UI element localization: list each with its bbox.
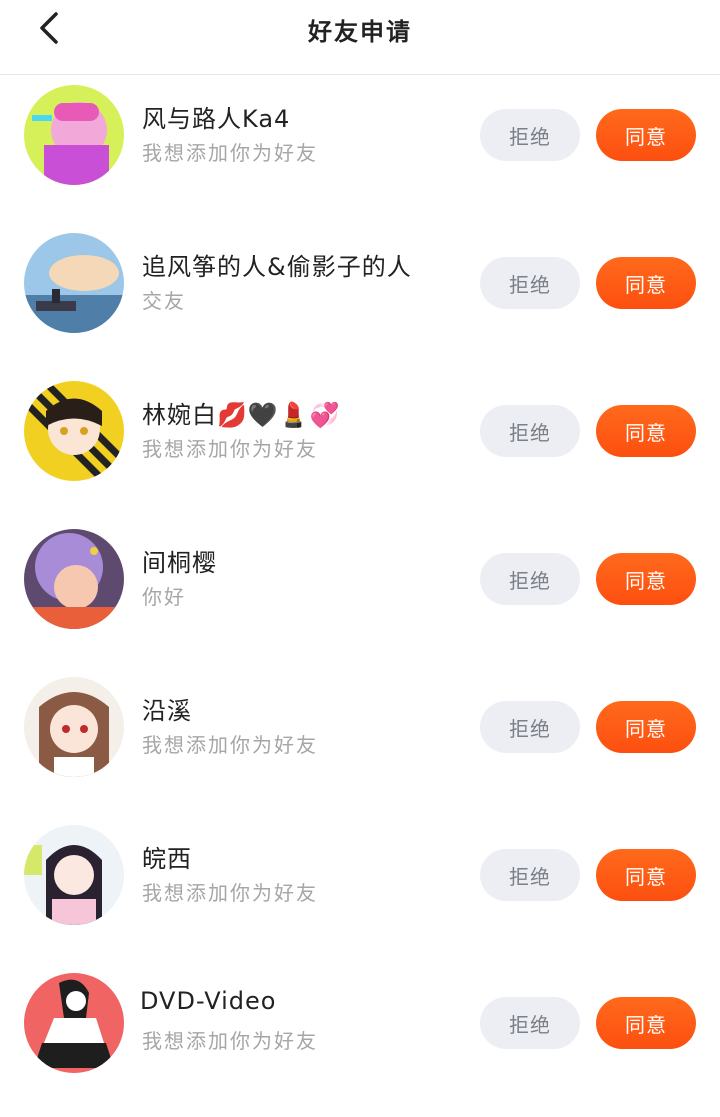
reject-button[interactable]: 拒绝 <box>480 109 580 161</box>
friend-request-list: 风与路人Ka4 我想添加你为好友 拒绝 同意 追风筝的人&偷影子的人 交友 拒绝… <box>0 75 720 1111</box>
reject-button[interactable]: 拒绝 <box>480 553 580 605</box>
request-message: 我想添加你为好友 <box>142 1029 318 1053</box>
friend-request-item: DVD-Video 我想添加你为好友 拒绝 同意 <box>0 963 720 1111</box>
request-message: 我想添加你为好友 <box>142 733 318 757</box>
accept-button[interactable]: 同意 <box>596 257 696 309</box>
request-message: 我想添加你为好友 <box>142 881 318 905</box>
accept-button[interactable]: 同意 <box>596 405 696 457</box>
avatar[interactable] <box>24 381 124 481</box>
request-message: 交友 <box>142 289 186 313</box>
accept-button[interactable]: 同意 <box>596 553 696 605</box>
friend-request-item: 风与路人Ka4 我想添加你为好友 拒绝 同意 <box>0 75 720 223</box>
requester-name: 风与路人Ka4 <box>142 105 291 133</box>
reject-button[interactable]: 拒绝 <box>480 257 580 309</box>
accept-button[interactable]: 同意 <box>596 701 696 753</box>
request-message: 我想添加你为好友 <box>142 437 318 461</box>
friend-request-item: 林婉白💋🖤💄💞 我想添加你为好友 拒绝 同意 <box>0 371 720 519</box>
accept-button[interactable]: 同意 <box>596 849 696 901</box>
requester-name: DVD-Video <box>140 987 277 1015</box>
accept-button[interactable]: 同意 <box>596 109 696 161</box>
avatar[interactable] <box>24 825 124 925</box>
request-message: 我想添加你为好友 <box>142 141 318 165</box>
friend-request-item: 追风筝的人&偷影子的人 交友 拒绝 同意 <box>0 223 720 371</box>
reject-button[interactable]: 拒绝 <box>480 997 580 1049</box>
reject-button[interactable]: 拒绝 <box>480 405 580 457</box>
friend-request-item: 沿溪 我想添加你为好友 拒绝 同意 <box>0 667 720 815</box>
header-bar: 好友申请 <box>0 0 720 75</box>
requester-name: 皖西 <box>142 845 192 873</box>
friend-request-item: 皖西 我想添加你为好友 拒绝 同意 <box>0 815 720 963</box>
page-title: 好友申请 <box>308 18 412 46</box>
reject-button[interactable]: 拒绝 <box>480 849 580 901</box>
avatar[interactable] <box>24 677 124 777</box>
avatar[interactable] <box>24 973 124 1073</box>
avatar[interactable] <box>24 529 124 629</box>
friend-request-item: 间桐樱 你好 拒绝 同意 <box>0 519 720 667</box>
avatar[interactable] <box>24 85 124 185</box>
reject-button[interactable]: 拒绝 <box>480 701 580 753</box>
requester-name: 间桐樱 <box>142 549 217 577</box>
requester-name: 沿溪 <box>142 697 192 725</box>
requester-name: 林婉白💋🖤💄💞 <box>142 401 341 429</box>
request-message: 你好 <box>142 585 186 609</box>
accept-button[interactable]: 同意 <box>596 997 696 1049</box>
avatar[interactable] <box>24 233 124 333</box>
requester-name: 追风筝的人&偷影子的人 <box>142 253 412 281</box>
